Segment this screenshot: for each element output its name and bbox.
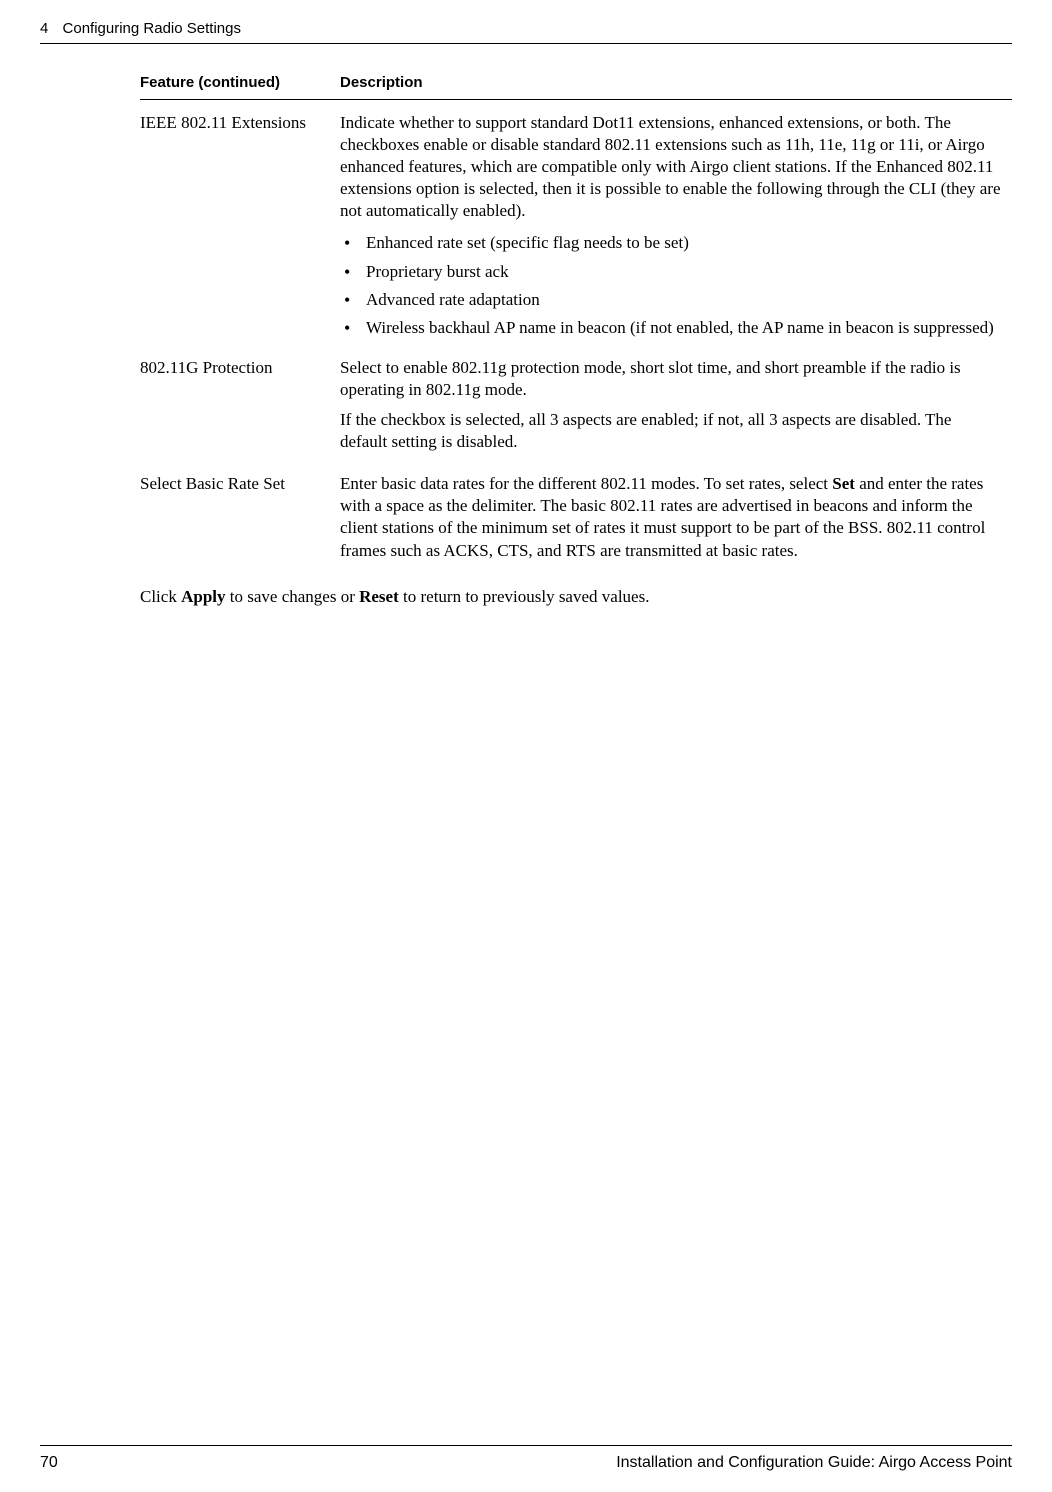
action-reset: Reset bbox=[359, 587, 399, 606]
feature-table: Feature (continued) Description IEEE 802… bbox=[140, 74, 1012, 570]
feature-cell: 802.11G Protection bbox=[140, 345, 340, 461]
table-header-row: Feature (continued) Description bbox=[140, 74, 1012, 100]
chapter-number: 4 bbox=[40, 20, 48, 37]
list-item: Wireless backhaul AP name in beacon (if … bbox=[340, 317, 1002, 339]
footer-doc-title: Installation and Configuration Guide: Ai… bbox=[616, 1454, 1012, 1472]
description-para2: If the checkbox is selected, all 3 aspec… bbox=[340, 409, 1002, 453]
description-para1: Select to enable 802.11g protection mode… bbox=[340, 357, 1002, 401]
list-item: Enhanced rate set (specific flag needs t… bbox=[340, 232, 1002, 254]
list-item: Advanced rate adaptation bbox=[340, 289, 1002, 311]
description-cell: Enter basic data rates for the different… bbox=[340, 461, 1012, 569]
bullet-list: Enhanced rate set (specific flag needs t… bbox=[340, 232, 1002, 338]
table-row: IEEE 802.11 Extensions Indicate whether … bbox=[140, 100, 1012, 345]
action-apply: Apply bbox=[181, 587, 225, 606]
action-post: to return to previously saved values. bbox=[399, 587, 650, 606]
table-row: 802.11G Protection Select to enable 802.… bbox=[140, 345, 1012, 461]
feature-cell: Select Basic Rate Set bbox=[140, 461, 340, 569]
page-header: 4 Configuring Radio Settings bbox=[40, 20, 1012, 44]
header-continued-label: (continued) bbox=[198, 74, 280, 91]
chapter-heading: 4 Configuring Radio Settings bbox=[40, 20, 241, 37]
page-footer: 70 Installation and Configuration Guide:… bbox=[40, 1445, 1012, 1472]
action-pre1: Click bbox=[140, 587, 181, 606]
content-wrapper: Feature (continued) Description IEEE 802… bbox=[40, 74, 1012, 608]
description-cell: Indicate whether to support standard Dot… bbox=[340, 100, 1012, 345]
feature-cell: IEEE 802.11 Extensions bbox=[140, 100, 340, 345]
description-intro: Indicate whether to support standard Dot… bbox=[340, 112, 1002, 222]
table-row: Select Basic Rate Set Enter basic data r… bbox=[140, 461, 1012, 569]
table-header-description: Description bbox=[340, 74, 1012, 100]
table-header-feature: Feature (continued) bbox=[140, 74, 340, 100]
desc-pre: Enter basic data rates for the different… bbox=[340, 474, 832, 493]
action-mid: to save changes or bbox=[226, 587, 360, 606]
list-item: Proprietary burst ack bbox=[340, 261, 1002, 283]
description-cell: Select to enable 802.11g protection mode… bbox=[340, 345, 1012, 461]
action-text: Click Apply to save changes or Reset to … bbox=[140, 586, 1012, 608]
description-para-combined: Enter basic data rates for the different… bbox=[340, 473, 1002, 561]
page-number: 70 bbox=[40, 1454, 58, 1472]
header-feature-label: Feature bbox=[140, 74, 194, 91]
chapter-title: Configuring Radio Settings bbox=[63, 20, 241, 37]
desc-bold-set: Set bbox=[832, 474, 855, 493]
